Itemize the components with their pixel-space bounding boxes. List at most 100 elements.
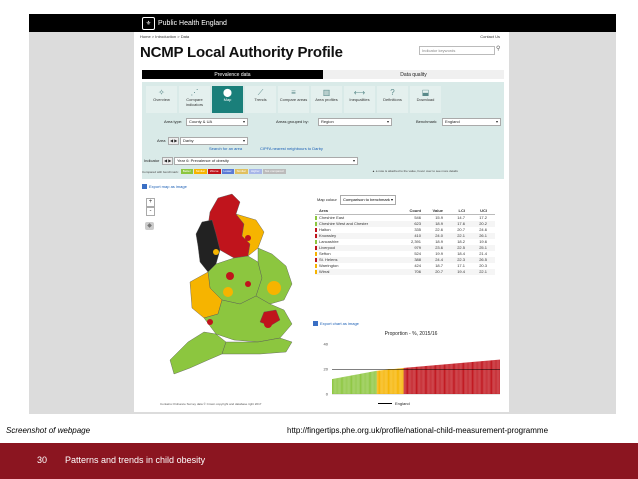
chart-bar[interactable] xyxy=(348,375,350,394)
export-chart-button[interactable]: Export chart as image xyxy=(313,321,359,326)
chart-bar[interactable] xyxy=(474,361,476,394)
chart-bar[interactable] xyxy=(380,370,382,394)
chart-bar[interactable] xyxy=(339,377,341,394)
chart-bar[interactable] xyxy=(449,363,451,394)
chart-bar[interactable] xyxy=(447,364,449,394)
chart-bar[interactable] xyxy=(454,363,456,394)
chart-bar[interactable] xyxy=(398,368,400,394)
chart-bar[interactable] xyxy=(476,361,478,394)
table-row[interactable]: Wirral 706 20.7 19.4 22.1 xyxy=(315,269,495,275)
chart-bar[interactable] xyxy=(342,377,344,394)
chart-bar[interactable] xyxy=(461,362,463,394)
chart-bar[interactable] xyxy=(446,364,448,394)
view-button-compare-indicators[interactable]: ⋰ Compare indicators xyxy=(179,86,210,113)
chart-bar[interactable] xyxy=(352,375,354,394)
contact-link[interactable]: Contact Us xyxy=(480,34,500,39)
chart-bar[interactable] xyxy=(340,377,342,394)
chart-bar[interactable] xyxy=(393,368,395,394)
search-area-link[interactable]: Search for an area xyxy=(209,146,242,151)
chart-bar[interactable] xyxy=(370,371,372,394)
chart-bar[interactable] xyxy=(364,372,366,394)
chart-bar[interactable] xyxy=(354,374,356,394)
chart-bar[interactable] xyxy=(410,367,412,394)
tab-prevalence-data[interactable]: Prevalence data xyxy=(142,70,323,79)
chart-bar[interactable] xyxy=(395,368,397,394)
chart-bar[interactable] xyxy=(486,360,488,394)
export-map-button[interactable]: Export map as image xyxy=(142,184,187,189)
chart-bar[interactable] xyxy=(456,363,458,394)
chart-bar[interactable] xyxy=(371,371,373,394)
chart-bar[interactable] xyxy=(422,366,424,394)
chart-bar[interactable] xyxy=(403,367,405,394)
chart-bar[interactable] xyxy=(452,363,454,394)
chart-bar[interactable] xyxy=(496,359,498,394)
area-select[interactable]: Darby ▾ xyxy=(180,137,248,145)
indicator-prev-next[interactable]: ◀ ▶ xyxy=(162,157,174,165)
chart-bar[interactable] xyxy=(390,369,392,394)
view-button-trends[interactable]: ⟋ Trends xyxy=(245,86,276,113)
chart-bar[interactable] xyxy=(432,365,434,394)
chart-bar[interactable] xyxy=(480,361,482,394)
chart-bar[interactable] xyxy=(423,366,425,394)
chart-bar[interactable] xyxy=(470,362,472,394)
cipfa-link[interactable]: CIPFA nearest neighbours to Darby xyxy=(260,146,323,151)
chart-bar[interactable] xyxy=(332,379,333,394)
chart-bar[interactable] xyxy=(433,365,435,394)
chart-bar[interactable] xyxy=(418,366,420,394)
indicator-select[interactable]: Year 6: Prevalence of obesity ▾ xyxy=(174,157,358,165)
chart-bar[interactable] xyxy=(367,372,369,394)
chart-bar[interactable] xyxy=(448,363,450,394)
chart-bar[interactable] xyxy=(428,365,430,394)
chart-bar[interactable] xyxy=(459,363,461,394)
chart-bar[interactable] xyxy=(368,372,370,394)
chart-bar[interactable] xyxy=(463,362,465,394)
chart-bar[interactable] xyxy=(356,374,358,394)
chart-bar[interactable] xyxy=(355,374,357,394)
chart-bar[interactable] xyxy=(379,370,381,394)
chart-bar[interactable] xyxy=(472,361,473,394)
england-choropleth-map[interactable] xyxy=(160,192,310,404)
chart-bar[interactable] xyxy=(344,376,346,394)
chart-bar[interactable] xyxy=(383,370,385,394)
chart-bar[interactable] xyxy=(360,373,361,394)
chart-bar[interactable] xyxy=(488,360,490,394)
chart-bar[interactable] xyxy=(442,364,444,394)
chart-bar[interactable] xyxy=(478,361,480,394)
chart-bar[interactable] xyxy=(400,368,402,394)
column-header[interactable]: UCI xyxy=(465,208,487,214)
column-header[interactable]: Area xyxy=(315,208,399,214)
chart-bar[interactable] xyxy=(388,369,389,394)
chart-bar[interactable] xyxy=(469,362,471,394)
chart-bar[interactable] xyxy=(391,369,393,394)
chart-bar[interactable] xyxy=(424,366,426,394)
chart-bar[interactable] xyxy=(335,378,337,394)
chart-bar[interactable] xyxy=(407,367,409,394)
chart-bar[interactable] xyxy=(334,378,336,394)
chart-bar[interactable] xyxy=(338,377,340,394)
chart-bar[interactable] xyxy=(467,362,469,394)
chart-bar[interactable] xyxy=(361,373,363,394)
chart-bar[interactable] xyxy=(411,367,413,394)
column-header[interactable]: LCI xyxy=(443,208,465,214)
chart-bar[interactable] xyxy=(485,360,487,394)
chart-bar[interactable] xyxy=(402,368,404,394)
column-header[interactable]: Count xyxy=(399,208,421,214)
chart-bar[interactable] xyxy=(458,363,460,394)
view-button-overview[interactable]: ✧ Overview xyxy=(146,86,177,113)
chart-bar[interactable] xyxy=(401,368,403,394)
area-prev-next[interactable]: ◀ ▶ xyxy=(168,137,180,145)
chart-bar[interactable] xyxy=(444,364,445,394)
chart-bar[interactable] xyxy=(495,359,497,394)
areas-grouped-select[interactable]: Region ▾ xyxy=(318,118,392,126)
chart-bar[interactable] xyxy=(497,359,499,394)
chart-bar[interactable] xyxy=(473,361,475,394)
chart-bar[interactable] xyxy=(412,367,414,394)
chart-bar[interactable] xyxy=(426,365,428,394)
chart-bar[interactable] xyxy=(491,360,493,394)
chart-bar[interactable] xyxy=(468,362,470,394)
chart-bar[interactable] xyxy=(430,365,432,394)
chart-bar[interactable] xyxy=(349,375,351,394)
chart-bar[interactable] xyxy=(363,373,365,394)
chart-bar[interactable] xyxy=(358,374,360,394)
chart-bar[interactable] xyxy=(392,369,394,394)
